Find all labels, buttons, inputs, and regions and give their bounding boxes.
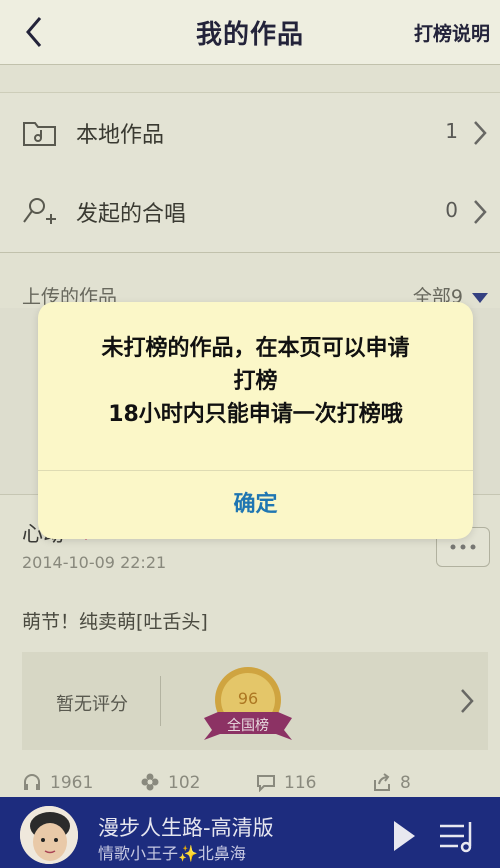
confirm-button[interactable]: 确定 (38, 470, 473, 539)
dialog-message-line-2: 打榜 (233, 369, 278, 394)
play-icon[interactable] (391, 818, 417, 854)
ranking-help-link[interactable]: 打榜说明 (414, 19, 490, 46)
dialog-message: 未打榜的作品，在本页可以申请 打榜 18小时内只能申请一次打榜哦 (38, 332, 473, 431)
now-playing-title: 漫步人生路-高清版 (98, 816, 274, 840)
now-playing-artist: 情歌小王子✨北鼻海 (98, 844, 246, 863)
avatar[interactable] (20, 806, 78, 864)
dialog-message-line-1: 未打榜的作品，在本页可以申请 (101, 336, 410, 361)
ranking-info-dialog: 未打榜的作品，在本页可以申请 打榜 18小时内只能申请一次打榜哦 确定 (38, 302, 473, 539)
dialog-message-line-3: 18小时内只能申请一次打榜哦 (108, 402, 403, 427)
child-avatar-image (20, 806, 78, 864)
playlist-icon[interactable] (438, 818, 478, 854)
